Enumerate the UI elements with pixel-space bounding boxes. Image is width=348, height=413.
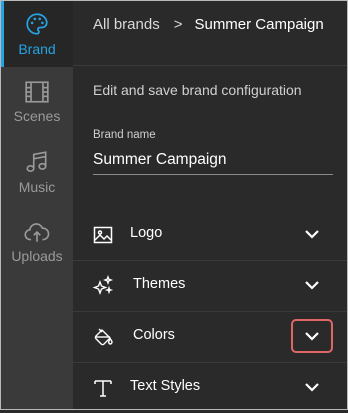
section-logo[interactable]: Logo xyxy=(73,210,347,260)
sidebar-item-label: Brand xyxy=(18,41,56,57)
section-themes[interactable]: Themes xyxy=(73,261,347,311)
expand-text-styles-button[interactable] xyxy=(291,370,333,404)
section-label: Text Styles xyxy=(130,378,201,394)
app-window: Brand Scenes Music Uploads All brands > … xyxy=(0,0,348,410)
breadcrumb: All brands > Summer Campaign xyxy=(93,16,324,33)
panel-description: Edit and save brand configuration xyxy=(93,82,302,98)
section-colors[interactable]: Colors xyxy=(73,312,347,362)
section-label: Logo xyxy=(130,225,163,241)
divider xyxy=(73,65,347,66)
expand-colors-button[interactable] xyxy=(291,319,333,353)
sidebar-item-scenes[interactable]: Scenes xyxy=(1,69,73,135)
film-icon xyxy=(25,81,49,103)
section-text-styles[interactable]: Text Styles xyxy=(73,363,347,413)
chevron-down-icon xyxy=(305,230,319,239)
image-icon xyxy=(93,226,113,244)
text-icon xyxy=(94,380,112,397)
sidebar-item-label: Scenes xyxy=(13,108,61,124)
sparkles-icon xyxy=(92,274,114,295)
breadcrumb-separator: > xyxy=(173,16,183,33)
section-label: Colors xyxy=(133,327,175,343)
chevron-down-icon xyxy=(305,383,319,392)
breadcrumb-all-brands[interactable]: All brands xyxy=(93,16,160,33)
sidebar: Brand Scenes Music Uploads xyxy=(1,1,73,409)
sidebar-item-label: Uploads xyxy=(11,248,63,264)
chevron-down-icon xyxy=(305,332,319,341)
brand-name-underline xyxy=(93,174,333,175)
sidebar-item-music[interactable]: Music xyxy=(1,139,73,205)
expand-themes-button[interactable] xyxy=(291,268,333,302)
breadcrumb-current: Summer Campaign xyxy=(194,16,324,33)
section-label: Themes xyxy=(133,276,186,292)
sidebar-item-label: Music xyxy=(18,179,56,195)
sidebar-item-uploads[interactable]: Uploads xyxy=(1,209,73,275)
brand-name-input[interactable] xyxy=(93,151,333,169)
music-note-icon xyxy=(26,151,47,173)
paint-bucket-icon xyxy=(94,328,113,346)
palette-icon xyxy=(26,13,48,35)
brand-panel: All brands > Summer Campaign Edit and sa… xyxy=(73,1,347,409)
sidebar-item-brand[interactable]: Brand xyxy=(1,1,73,67)
brand-name-label: Brand name xyxy=(93,129,156,141)
cloud-upload-icon xyxy=(24,223,50,242)
chevron-down-icon xyxy=(305,281,319,290)
expand-logo-button[interactable] xyxy=(291,217,333,251)
